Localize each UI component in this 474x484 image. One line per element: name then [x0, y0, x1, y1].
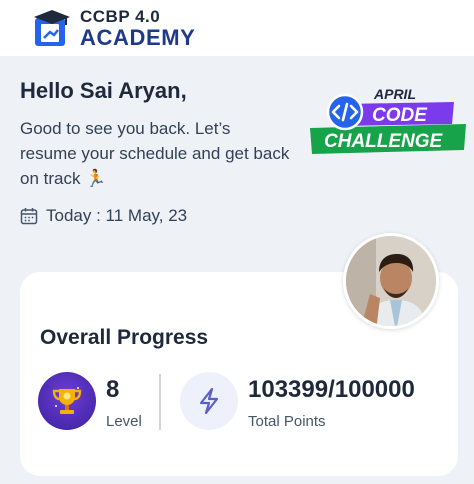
lightning-icon: [180, 372, 238, 430]
calendar-icon: [20, 208, 38, 225]
date-text: Today : 11 May, 23: [46, 206, 188, 225]
total-points-value: 103399/100000: [248, 376, 415, 403]
academy-logo[interactable]: CCBP 4.0 ACADEMY: [32, 8, 195, 49]
trophy-icon: [38, 372, 96, 430]
graduation-cap-logo-icon: [34, 10, 70, 46]
badge-word-code: CODE: [372, 105, 428, 126]
welcome-message: Good to see you back. Let’s resume your …: [20, 119, 290, 188]
level-value: 8: [106, 376, 120, 403]
badge-word-challenge: CHALLENGE: [324, 131, 444, 152]
level-label: Level: [106, 413, 142, 430]
greeting-heading: Hello Sai Aryan,: [20, 78, 187, 103]
logo-title: CCBP 4.0: [80, 6, 161, 26]
total-points-label: Total Points: [248, 413, 326, 430]
stats-divider: [159, 374, 161, 430]
app-header: CCBP 4.0 ACADEMY: [0, 0, 474, 56]
badge-month: APRIL: [373, 86, 416, 102]
card-title: Overall Progress: [40, 326, 209, 349]
user-avatar[interactable]: [343, 233, 439, 329]
today-date: Today : 11 May, 23: [20, 206, 187, 226]
code-challenge-badge[interactable]: APRIL CODE CHALLENGE: [306, 82, 474, 162]
logo-subtitle: ACADEMY: [80, 24, 196, 50]
